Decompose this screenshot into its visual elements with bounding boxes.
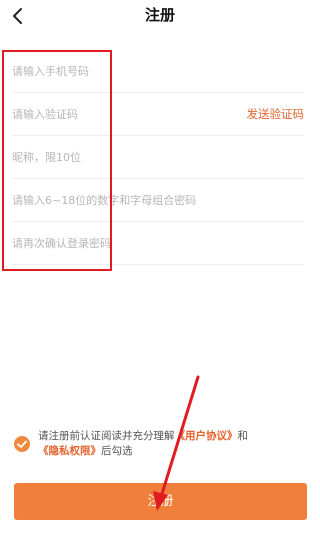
user-agreement-link[interactable]: 《用户协议》: [175, 430, 238, 442]
code-field: 发送验证码: [12, 93, 304, 136]
page-title: 注册: [144, 6, 175, 24]
agreement-checkbox[interactable]: [14, 436, 30, 452]
nickname-input[interactable]: [12, 136, 304, 178]
agreement-suffix: 后勾选: [101, 445, 133, 457]
register-button[interactable]: 注册: [14, 483, 307, 520]
nickname-field: [12, 136, 304, 179]
password-input[interactable]: [12, 179, 304, 221]
send-code-button[interactable]: 发送验证码: [247, 106, 305, 122]
agreement-prefix: 请注册前认证阅读并充分理解: [38, 430, 175, 442]
nickname-row: [0, 136, 320, 179]
phone-input[interactable]: [12, 50, 304, 92]
phone-field: [12, 50, 304, 93]
agreement-text: 请注册前认证阅读并充分理解《用户协议》和《隐私权限》后勾选: [38, 429, 308, 459]
confirm-row: [0, 222, 320, 265]
privacy-link[interactable]: 《隐私权限》: [38, 445, 101, 457]
code-row: 发送验证码: [0, 93, 320, 136]
phone-row: [0, 50, 320, 93]
check-icon: [17, 440, 27, 448]
code-input[interactable]: [12, 93, 222, 135]
register-form: 发送验证码: [0, 50, 320, 265]
confirm-password-field: [12, 222, 304, 265]
password-field: [12, 179, 304, 222]
password-row: [0, 179, 320, 222]
confirm-password-input[interactable]: [12, 222, 304, 264]
top-bar: 注册: [0, 0, 320, 34]
agreement-and: 和: [237, 430, 249, 442]
